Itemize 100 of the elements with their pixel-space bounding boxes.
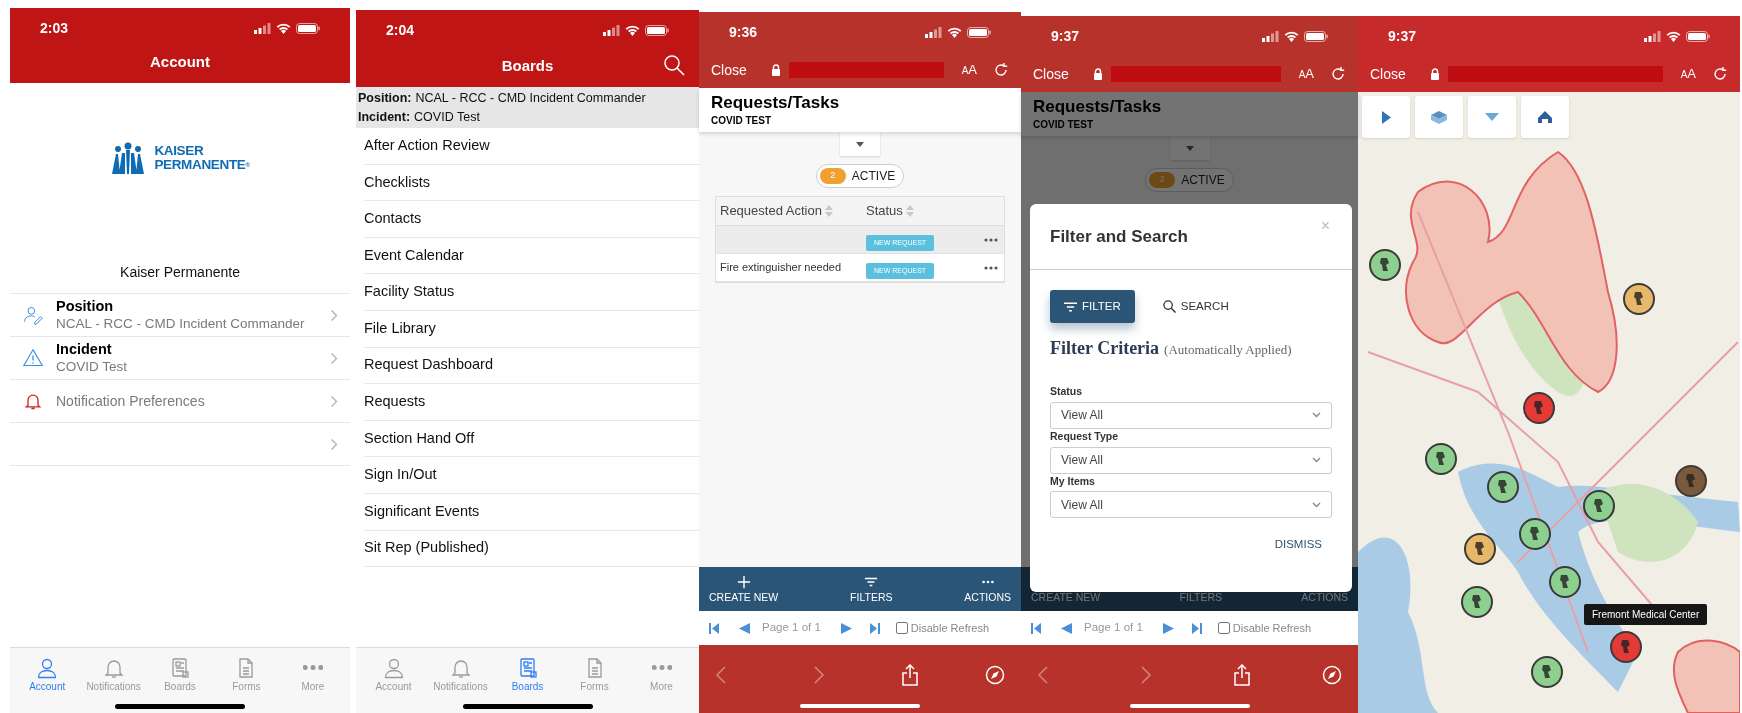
first-page-icon[interactable] bbox=[1031, 622, 1041, 634]
status-filter-pill[interactable]: 2 ACTIVE bbox=[815, 164, 905, 188]
dismiss-button[interactable]: DISMISS bbox=[1274, 536, 1322, 554]
filter-tab[interactable]: SEARCH bbox=[1148, 290, 1243, 323]
status-time: 9:36 bbox=[729, 22, 758, 42]
last-page-icon[interactable] bbox=[1191, 622, 1202, 634]
chevron-icon bbox=[330, 351, 338, 365]
account-row[interactable]: Position NCAL - RCC - CMD Incident Commander bbox=[10, 293, 350, 336]
board-list-item[interactable]: Requests bbox=[364, 384, 699, 421]
select-field[interactable]: View All bbox=[1050, 401, 1332, 429]
search-icon[interactable] bbox=[663, 54, 685, 76]
collapse-toggle[interactable] bbox=[840, 132, 880, 156]
next-page-icon[interactable] bbox=[840, 622, 852, 634]
refresh-icon[interactable] bbox=[1330, 66, 1346, 82]
next-page-icon[interactable] bbox=[1162, 622, 1174, 634]
tab-bar-item[interactable]: Boards bbox=[494, 648, 561, 699]
filter-icon bbox=[1064, 301, 1077, 312]
field-label: Request Type bbox=[1050, 428, 1120, 444]
play-icon bbox=[1381, 110, 1391, 124]
field-label: Status bbox=[1050, 384, 1084, 399]
board-list-item[interactable]: Facility Status bbox=[364, 274, 699, 311]
board-list-item[interactable]: Request Dashboard bbox=[364, 347, 699, 385]
checkbox[interactable] bbox=[1217, 622, 1230, 634]
last-page-icon[interactable] bbox=[869, 622, 880, 634]
refresh-icon[interactable] bbox=[993, 62, 1009, 78]
status-time: 9:37 bbox=[1051, 26, 1080, 46]
battery-icon bbox=[1304, 30, 1328, 42]
action-button[interactable]: FILTERS bbox=[850, 575, 893, 603]
context-value: NCAL - RCC - CMD Incident Commander bbox=[415, 90, 646, 106]
battery-icon bbox=[645, 24, 669, 36]
map-tool-button[interactable] bbox=[1362, 96, 1410, 138]
map-marker[interactable] bbox=[1425, 443, 1457, 475]
select-field[interactable]: View All bbox=[1050, 446, 1332, 474]
board-list-item[interactable]: Checklists bbox=[364, 164, 699, 202]
map-tool-button[interactable] bbox=[1415, 96, 1463, 138]
close-link[interactable]: Close bbox=[711, 59, 763, 81]
more-icon[interactable] bbox=[984, 265, 998, 270]
board-list-item[interactable]: Contacts bbox=[364, 201, 699, 238]
page-subtitle: COVID TEST bbox=[1033, 117, 1094, 132]
page-title: Requests/Tasks bbox=[1033, 96, 1163, 117]
column-header[interactable]: Requested Action bbox=[716, 201, 866, 221]
text-size-button[interactable]: AA bbox=[961, 60, 977, 80]
row-subtitle: NCAL - RCC - CMD Incident Commander bbox=[56, 315, 306, 332]
close-link[interactable]: Close bbox=[1370, 63, 1422, 85]
filter-tab[interactable]: FILTER bbox=[1050, 290, 1135, 323]
map-marker[interactable] bbox=[1523, 392, 1555, 424]
map-marker[interactable] bbox=[1623, 283, 1655, 315]
status-time: 2:03 bbox=[40, 18, 69, 38]
field-label: My Items bbox=[1050, 473, 1096, 489]
text-size-button[interactable]: AA bbox=[1298, 64, 1314, 84]
lock-icon bbox=[1430, 68, 1440, 80]
map-marker[interactable] bbox=[1583, 490, 1615, 522]
map-tool-button[interactable] bbox=[1521, 96, 1569, 138]
page-title: Requests/Tasks bbox=[711, 92, 841, 113]
board-list-item[interactable]: Event Calendar bbox=[364, 237, 699, 275]
checkbox[interactable] bbox=[895, 622, 908, 634]
warning-icon bbox=[23, 348, 43, 368]
caret-icon bbox=[1185, 145, 1194, 151]
status-filter-pill[interactable]: 2 ACTIVE bbox=[1145, 168, 1234, 192]
refresh-icon[interactable] bbox=[1712, 66, 1728, 82]
map-marker[interactable] bbox=[1369, 249, 1401, 281]
share-icon[interactable] bbox=[901, 663, 919, 686]
text-size-button[interactable]: AA bbox=[1680, 64, 1696, 84]
map-marker[interactable] bbox=[1549, 566, 1581, 598]
map-marker[interactable] bbox=[1487, 471, 1519, 503]
screen-title: Boards bbox=[501, 56, 554, 77]
signal-icon bbox=[1644, 30, 1661, 42]
tab-bar-item[interactable]: Account bbox=[14, 648, 81, 699]
action-button[interactable]: ACTIONS bbox=[964, 575, 1011, 603]
account-row[interactable]: Incident COVID Test bbox=[10, 336, 350, 379]
previous-page-icon[interactable] bbox=[739, 622, 750, 634]
close-link[interactable]: Close bbox=[1033, 63, 1085, 85]
select-field[interactable]: View All bbox=[1050, 491, 1332, 519]
compass-icon[interactable] bbox=[1322, 664, 1342, 685]
previous-page-icon[interactable] bbox=[1061, 622, 1072, 634]
board-list-item[interactable]: After Action Review bbox=[364, 128, 699, 165]
battery-icon bbox=[296, 22, 320, 34]
map-marker[interactable] bbox=[1675, 465, 1707, 497]
board-list-item[interactable]: Significant Events bbox=[364, 493, 699, 531]
context-label: Incident: bbox=[358, 109, 411, 125]
board-list-item[interactable]: Section Hand Off bbox=[364, 420, 699, 458]
map-marker[interactable] bbox=[1464, 533, 1496, 565]
collapse-toggle[interactable] bbox=[1169, 136, 1210, 160]
share-icon[interactable] bbox=[1233, 663, 1251, 686]
account-row[interactable]: Notification Preferences bbox=[10, 379, 350, 422]
first-page-icon[interactable] bbox=[709, 622, 719, 634]
board-list-item[interactable]: File Library bbox=[364, 310, 699, 348]
map-marker[interactable] bbox=[1461, 586, 1493, 618]
map-marker[interactable] bbox=[1519, 518, 1551, 550]
plus-icon bbox=[736, 575, 751, 590]
dialog-title: Filter and Search bbox=[1050, 225, 1188, 248]
map-marker[interactable] bbox=[1610, 631, 1642, 663]
board-list-item[interactable]: Sign In/Out bbox=[364, 457, 699, 494]
board-list-item[interactable]: Sit Rep (Published) bbox=[364, 530, 699, 568]
more-icon[interactable] bbox=[984, 237, 998, 242]
chevron-icon bbox=[330, 437, 338, 451]
column-header[interactable]: Status bbox=[866, 201, 956, 221]
action-button[interactable]: CREATE NEW bbox=[709, 575, 779, 603]
compass-icon[interactable] bbox=[985, 664, 1005, 685]
map-marker[interactable] bbox=[1531, 656, 1563, 688]
